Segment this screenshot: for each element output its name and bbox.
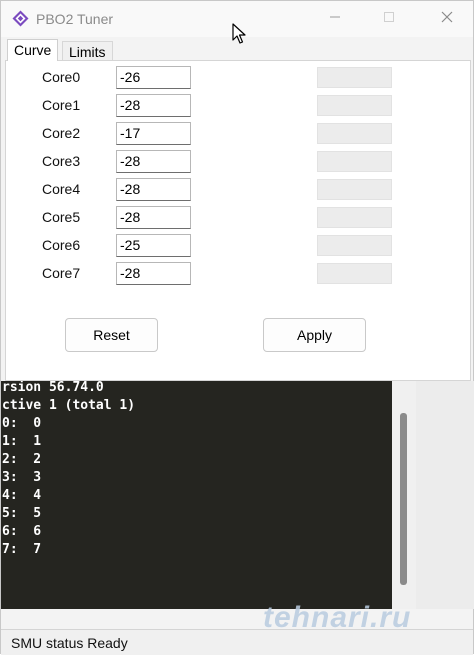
core7-offset-input[interactable]: -28 — [116, 262, 191, 285]
console-line: 6: 6 — [2, 524, 42, 539]
minimize-button[interactable] — [325, 9, 345, 29]
console-line: rsion 56.74.0 — [2, 381, 104, 395]
core7-status-box — [317, 263, 392, 284]
app-logo-icon — [12, 10, 29, 27]
console-output[interactable]: rsion 56.74.0 ctive 1 (total 1) 0: 0 1: … — [1, 381, 392, 609]
core-row-0: Core0 -26 — [6, 66, 470, 90]
app-window: PBO2 Tuner Curve Limits Core0 -26 Core1 … — [0, 0, 474, 655]
core2-status-box — [317, 123, 392, 144]
curve-panel: Core0 -26 Core1 -28 Core2 -17 Core3 -28 … — [5, 60, 471, 381]
core1-status-box — [317, 95, 392, 116]
core-label: Core6 — [42, 237, 81, 253]
core-label: Core0 — [42, 69, 81, 85]
core5-offset-input[interactable]: -28 — [116, 206, 191, 229]
core-row-3: Core3 -28 — [6, 150, 470, 174]
core5-status-box — [317, 207, 392, 228]
status-bar: SMU status Ready — [1, 629, 473, 655]
maximize-icon — [384, 12, 394, 22]
core6-offset-input[interactable]: -25 — [116, 234, 191, 257]
console-line: 7: 7 — [2, 542, 42, 557]
core3-offset-input[interactable]: -28 — [116, 150, 191, 173]
console-line: ctive 1 (total 1) — [2, 398, 136, 413]
core-label: Core5 — [42, 209, 81, 225]
console-line: 1: 1 — [2, 434, 42, 449]
console-line: 4: 4 — [2, 488, 42, 503]
core1-offset-input[interactable]: -28 — [116, 94, 191, 117]
core-label: Core1 — [42, 97, 81, 113]
core2-offset-input[interactable]: -17 — [116, 122, 191, 145]
scrollbar-thumb[interactable] — [400, 413, 407, 585]
close-button[interactable] — [437, 9, 457, 29]
maximize-button[interactable] — [379, 9, 399, 29]
core-label: Core2 — [42, 125, 81, 141]
side-panel — [416, 381, 474, 609]
console-line: 3: 3 — [2, 470, 42, 485]
mouse-cursor-icon — [232, 23, 246, 44]
core0-status-box — [317, 67, 392, 88]
console-scrollbar[interactable] — [392, 381, 416, 609]
core-row-2: Core2 -17 — [6, 122, 470, 146]
tab-limits[interactable]: Limits — [62, 41, 113, 61]
window-title: PBO2 Tuner — [36, 11, 114, 27]
core6-status-box — [317, 235, 392, 256]
core-label: Core3 — [42, 153, 81, 169]
core-label: Core4 — [42, 181, 81, 197]
core-row-4: Core4 -28 — [6, 178, 470, 202]
console-line: 5: 5 — [2, 506, 42, 521]
minimize-icon — [330, 16, 340, 18]
tab-curve[interactable]: Curve — [7, 39, 59, 61]
core3-status-box — [317, 151, 392, 172]
core-row-7: Core7 -28 — [6, 262, 470, 286]
status-text: SMU status Ready — [11, 635, 128, 651]
console-line: 2: 2 — [2, 452, 42, 467]
core-row-6: Core6 -25 — [6, 234, 470, 258]
core4-status-box — [317, 179, 392, 200]
core-label: Core7 — [42, 265, 81, 281]
console-line: 0: 0 — [2, 416, 42, 431]
core4-offset-input[interactable]: -28 — [116, 178, 191, 201]
core-row-1: Core1 -28 — [6, 94, 470, 118]
apply-button[interactable]: Apply — [263, 318, 366, 352]
reset-button[interactable]: Reset — [65, 318, 158, 352]
close-icon — [441, 11, 453, 23]
core-row-5: Core5 -28 — [6, 206, 470, 230]
core0-offset-input[interactable]: -26 — [116, 66, 191, 89]
